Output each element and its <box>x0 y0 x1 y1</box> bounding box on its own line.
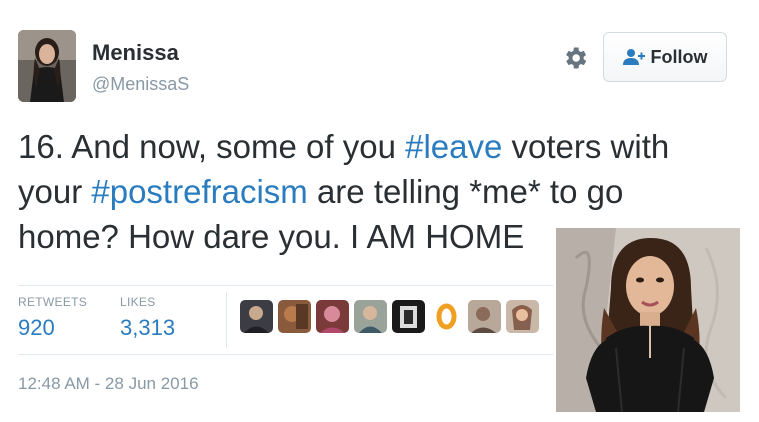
likes-count[interactable]: 3,313 <box>120 315 175 341</box>
hashtag-link-postrefracism[interactable]: #postrefracism <box>91 173 307 210</box>
follow-label: Follow <box>650 46 708 67</box>
liker-avatar[interactable] <box>430 300 463 333</box>
likes-label: LIKES <box>120 295 156 309</box>
hashtag-link-leave[interactable]: #leave <box>405 128 502 165</box>
tweet-timestamp[interactable]: 12:48 AM - 28 Jun 2016 <box>18 374 199 394</box>
liker-avatar[interactable] <box>354 300 387 333</box>
profile-photo <box>553 225 740 412</box>
divider <box>18 354 578 355</box>
liker-avatar[interactable] <box>506 300 539 333</box>
likers-list <box>240 300 539 338</box>
tweet-text-segment: home? How dare you. I AM HOME <box>18 218 525 255</box>
stats-divider <box>226 292 227 348</box>
follow-button[interactable]: Follow <box>603 32 727 82</box>
liker-avatar[interactable] <box>316 300 349 333</box>
divider <box>18 285 578 286</box>
liker-avatar[interactable] <box>278 300 311 333</box>
user-handle[interactable]: @MenissaS <box>92 74 189 95</box>
liker-avatar[interactable] <box>468 300 501 333</box>
retweets-label: RETWEETS <box>18 295 88 309</box>
retweets-count[interactable]: 920 <box>18 315 55 341</box>
follow-user-icon <box>622 49 645 65</box>
liker-avatar[interactable] <box>392 300 425 333</box>
tweet-text-segment: are telling *me* to go <box>307 173 624 210</box>
tweet-text-segment: 16. And now, some of you <box>18 128 406 165</box>
display-name[interactable]: Menissa <box>92 40 179 66</box>
liker-avatar[interactable] <box>240 300 273 333</box>
avatar[interactable] <box>18 30 76 102</box>
tweet-text-segment: voters with <box>502 128 670 165</box>
tweet-text-segment: your <box>18 173 92 210</box>
gear-icon[interactable] <box>561 44 589 72</box>
